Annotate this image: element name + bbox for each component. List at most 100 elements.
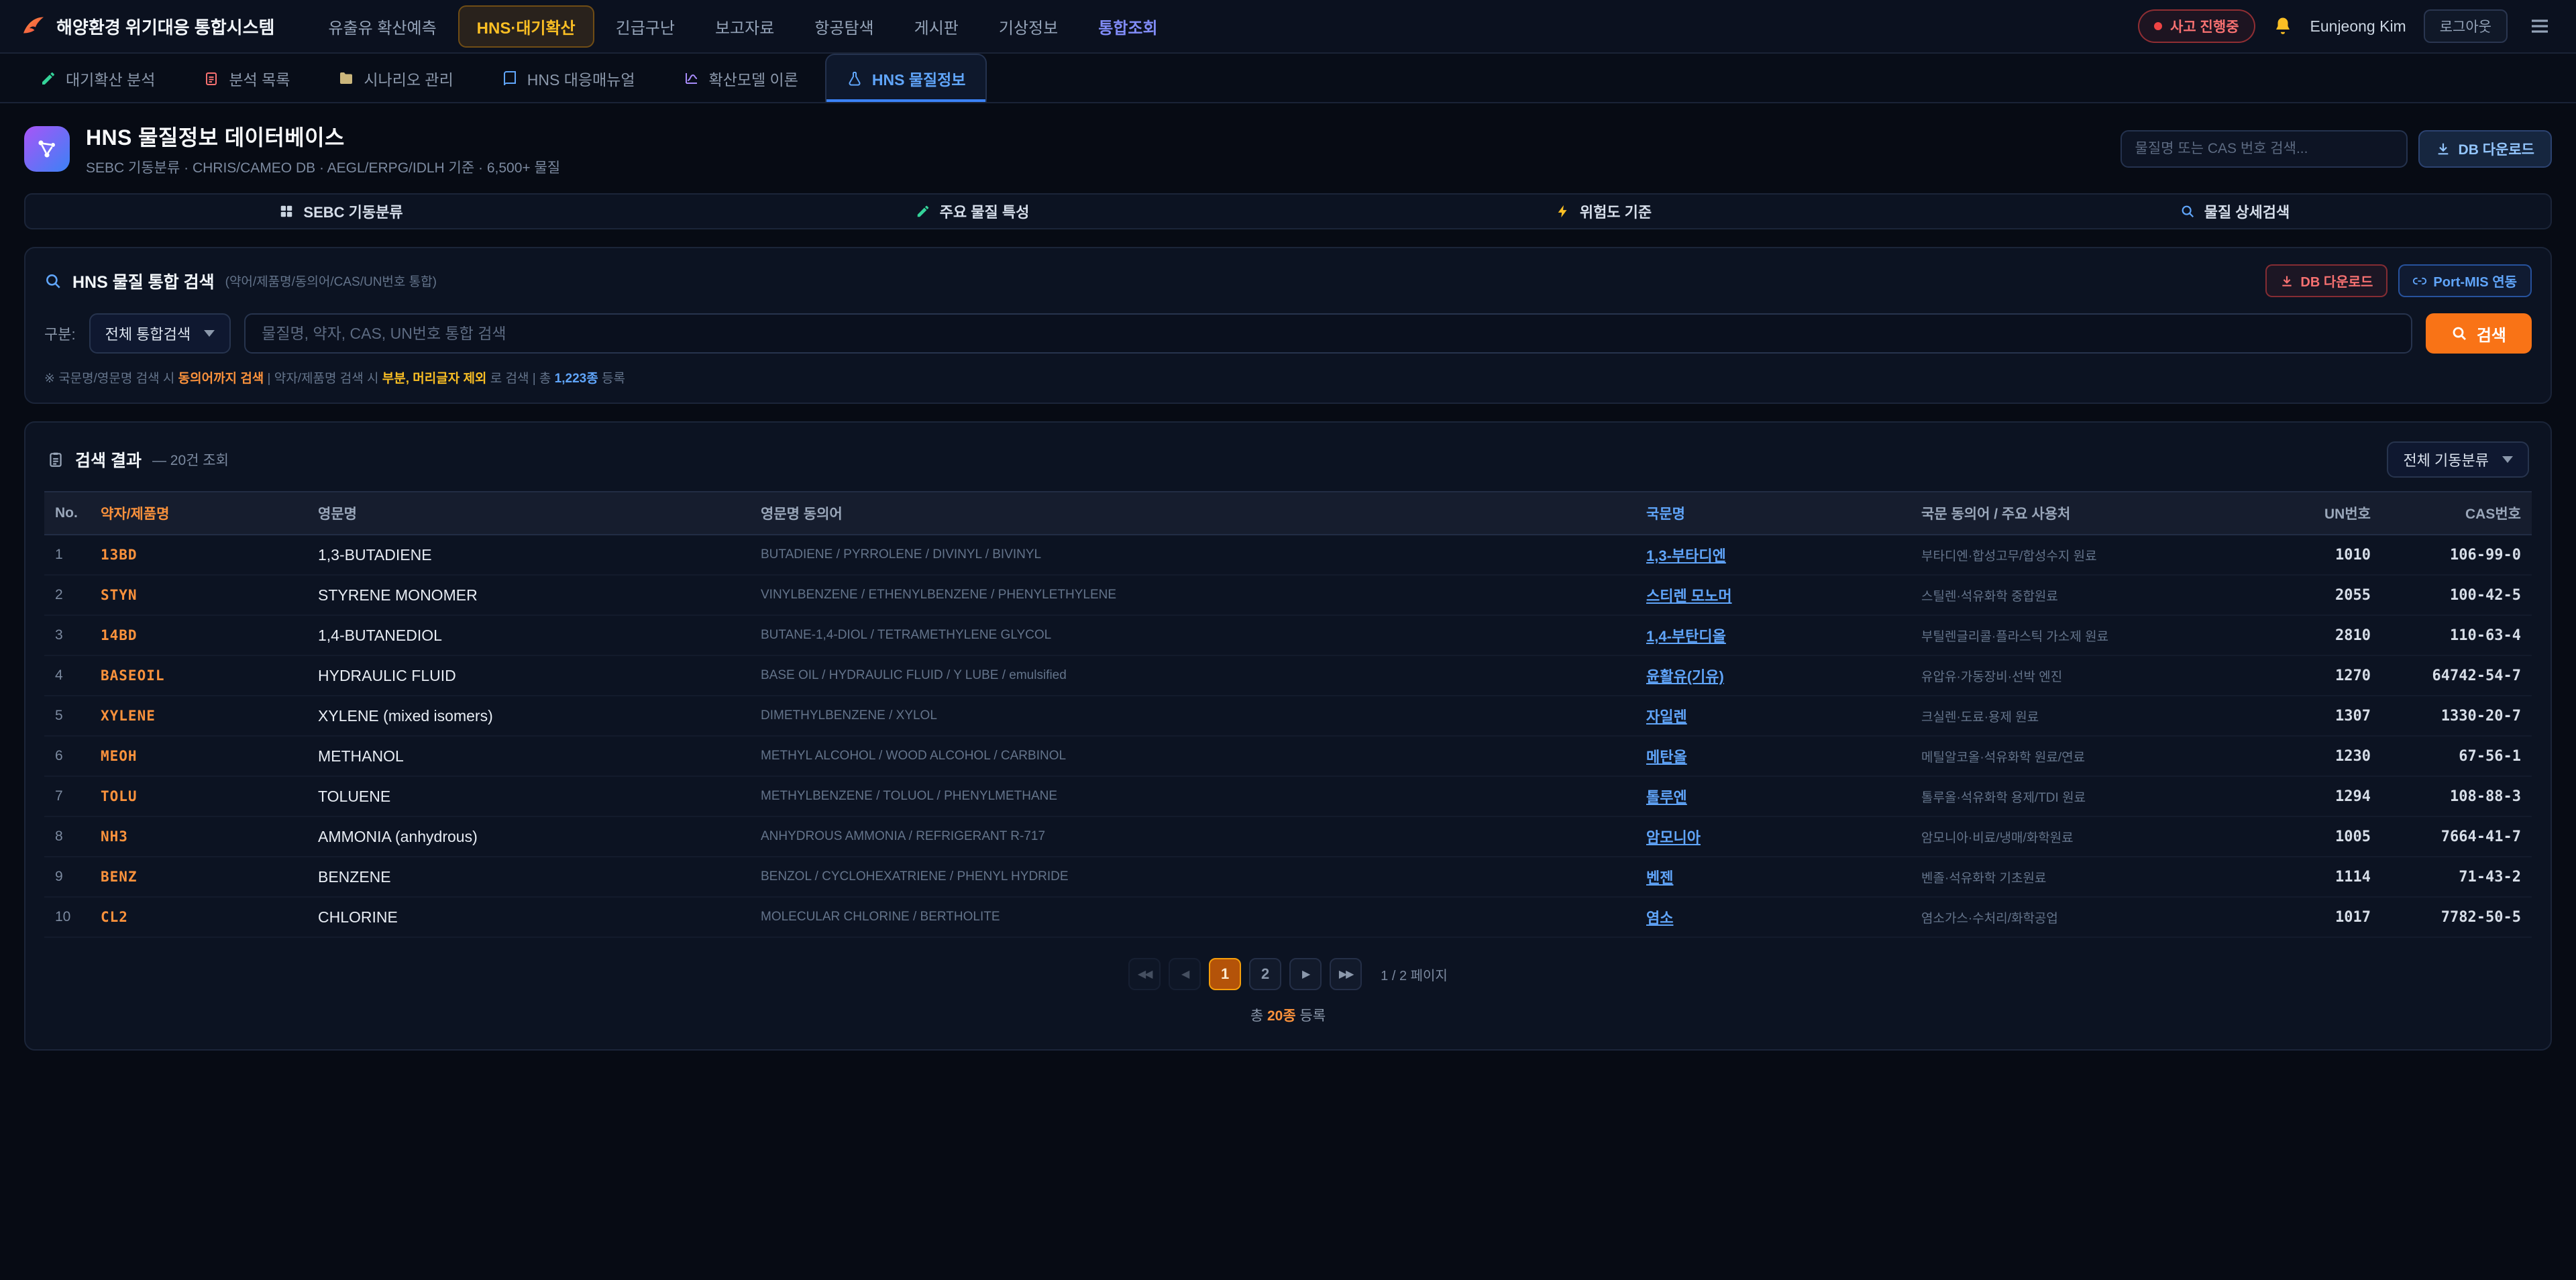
tab-label: 확산모델 이론 bbox=[709, 67, 798, 90]
pagination-first-button[interactable]: ◀◀ bbox=[1128, 958, 1161, 990]
db-download-button-secondary[interactable]: DB 다운로드 bbox=[2265, 264, 2387, 297]
main-nav: 유출유 확산예측 HNS·대기확산 긴급구난 보고자료 항공탐색 게시판 기상정… bbox=[309, 5, 1176, 48]
substance-code[interactable]: MEOH bbox=[90, 736, 307, 776]
results-header: 검색 결과 — 20건 조회 전체 기동분류 bbox=[44, 439, 2532, 491]
search-button[interactable]: 검색 bbox=[2426, 313, 2532, 354]
tab-label: 분석 목록 bbox=[229, 67, 290, 90]
un-number: 1270 bbox=[2254, 655, 2381, 696]
pagination-page-1[interactable]: 1 bbox=[1209, 958, 1241, 990]
substance-use-kr: 스틸렌·석유화학 중합원료 bbox=[1911, 575, 2254, 615]
nav-item-rescue[interactable]: 긴급구난 bbox=[597, 5, 694, 48]
table-row[interactable]: 5 XYLENE XYLENE (mixed isomers) DIMETHYL… bbox=[44, 696, 2532, 736]
clipboard-icon bbox=[47, 451, 64, 468]
substance-code[interactable]: STYN bbox=[90, 575, 307, 615]
substance-code[interactable]: XYLENE bbox=[90, 696, 307, 736]
substance-code[interactable]: TOLU bbox=[90, 776, 307, 816]
cas-number: 67-56-1 bbox=[2381, 736, 2532, 776]
nav-item-board[interactable]: 게시판 bbox=[896, 5, 977, 48]
search-category-select[interactable]: 전체 통합검색 bbox=[89, 313, 231, 354]
table-row[interactable]: 9 BENZ BENZENE BENZOL / CYCLOHEXATRIENE … bbox=[44, 857, 2532, 897]
table-row[interactable]: 1 13BD 1,3-BUTADIENE BUTADIENE / PYRROLE… bbox=[44, 535, 2532, 575]
table-row[interactable]: 6 MEOH METHANOL METHYL ALCOHOL / WOOD AL… bbox=[44, 736, 2532, 776]
quick-search-input[interactable] bbox=[2121, 130, 2408, 168]
search-button-label: 검색 bbox=[2477, 322, 2506, 345]
nav-item-reports[interactable]: 보고자료 bbox=[696, 5, 793, 48]
pagination-page-2[interactable]: 2 bbox=[1249, 958, 1281, 990]
substance-code[interactable]: NH3 bbox=[90, 816, 307, 857]
nav-item-hns-dispersion[interactable]: HNS·대기확산 bbox=[458, 5, 594, 48]
pagination-last-button[interactable]: ▶▶ bbox=[1330, 958, 1362, 990]
substance-synonyms-en: BUTANE-1,4-DIOL / TETRAMETHYLENE GLYCOL bbox=[750, 615, 1635, 655]
tab-hns-substance-info[interactable]: HNS 물질정보 bbox=[825, 54, 987, 102]
pagination-prev-button[interactable]: ◀ bbox=[1169, 958, 1201, 990]
results-table: No. 약자/제품명 영문명 영문명 동의어 국문명 국문 동의어 / 주요 사… bbox=[44, 491, 2532, 938]
bell-icon[interactable] bbox=[2273, 16, 2293, 36]
feature-substance-properties[interactable]: 주요 물질 특성 bbox=[657, 201, 1288, 222]
filter-selected-value: 전체 기동분류 bbox=[2403, 449, 2489, 470]
table-row[interactable]: 10 CL2 CHLORINE MOLECULAR CHLORINE / BER… bbox=[44, 897, 2532, 937]
classification-filter-select[interactable]: 전체 기동분류 bbox=[2387, 441, 2529, 478]
feature-bar: SEBC 기동분류 주요 물질 특성 위험도 기준 물질 상세검색 bbox=[24, 193, 2552, 229]
substance-name-kr-link[interactable]: 스티렌 모노머 bbox=[1635, 575, 1911, 615]
db-download-button[interactable]: DB 다운로드 bbox=[2418, 130, 2552, 168]
substance-use-kr: 부타디엔·합성고무/합성수지 원료 bbox=[1911, 535, 2254, 575]
search-icon bbox=[2180, 204, 2195, 219]
substance-name-kr-link[interactable]: 메탄올 bbox=[1635, 736, 1911, 776]
tab-analysis-list[interactable]: 분석 목록 bbox=[182, 54, 311, 102]
substance-name-kr-link[interactable]: 1,4-부탄디올 bbox=[1635, 615, 1911, 655]
tab-model-theory[interactable]: 확산모델 이론 bbox=[662, 54, 820, 102]
nav-item-integrated-lookup[interactable]: 통합조회 bbox=[1079, 5, 1176, 48]
search-panel-header: HNS 물질 통합 검색 (약어/제품명/동의어/CAS/UN번호 통합) DB… bbox=[44, 264, 2532, 297]
category-selected-value: 전체 통합검색 bbox=[105, 323, 191, 344]
substance-use-kr: 부틸렌글리콜·플라스틱 가소제 원료 bbox=[1911, 615, 2254, 655]
substance-use-kr: 유압유·가동장비·선박 엔진 bbox=[1911, 655, 2254, 696]
tab-dispersion-analysis[interactable]: 대기확산 분석 bbox=[19, 54, 176, 102]
wing-logo-icon bbox=[21, 14, 46, 38]
portmis-link-button[interactable]: Port-MIS 연동 bbox=[2398, 264, 2532, 297]
substance-code[interactable]: CL2 bbox=[90, 897, 307, 937]
pagination: ◀◀ ◀ 1 2 ▶ ▶▶ 1 / 2 페이지 bbox=[44, 958, 2532, 990]
table-row[interactable]: 2 STYN STYRENE MONOMER VINYLBENZENE / ET… bbox=[44, 575, 2532, 615]
logout-button[interactable]: 로그아웃 bbox=[2424, 9, 2508, 43]
hint-text: | 약자/제품명 검색 시 bbox=[264, 372, 382, 386]
substance-name-kr-link[interactable]: 염소 bbox=[1635, 897, 1911, 937]
integrated-search-input[interactable] bbox=[244, 313, 2412, 354]
tab-hns-manual[interactable]: HNS 대응매뉴얼 bbox=[480, 54, 657, 102]
feature-risk-criteria[interactable]: 위험도 기준 bbox=[1288, 201, 1919, 222]
nav-item-aerial-search[interactable]: 항공탐색 bbox=[796, 5, 892, 48]
substance-name-kr-link[interactable]: 암모니아 bbox=[1635, 816, 1911, 857]
page-header-actions: DB 다운로드 bbox=[2121, 130, 2552, 168]
substance-code[interactable]: 13BD bbox=[90, 535, 307, 575]
substance-code[interactable]: 14BD bbox=[90, 615, 307, 655]
pagination-next-button[interactable]: ▶ bbox=[1289, 958, 1322, 990]
feature-detail-search[interactable]: 물질 상세검색 bbox=[1919, 201, 2551, 222]
substance-use-kr: 암모니아·비료/냉매/화학원료 bbox=[1911, 816, 2254, 857]
incident-status-badge[interactable]: 사고 진행중 bbox=[2138, 9, 2255, 43]
un-number: 2055 bbox=[2254, 575, 2381, 615]
curve-icon bbox=[684, 70, 700, 87]
table-row[interactable]: 8 NH3 AMMONIA (anhydrous) ANHYDROUS AMMO… bbox=[44, 816, 2532, 857]
nav-item-oil-spill[interactable]: 유출유 확산예측 bbox=[309, 5, 455, 48]
substance-name-kr-link[interactable]: 윤활유(기유) bbox=[1635, 655, 1911, 696]
substance-name-kr-link[interactable]: 자일렌 bbox=[1635, 696, 1911, 736]
substance-code[interactable]: BASEOIL bbox=[90, 655, 307, 696]
feature-label: SEBC 기동분류 bbox=[303, 201, 402, 222]
substance-name-kr-link[interactable]: 벤젠 bbox=[1635, 857, 1911, 897]
table-row[interactable]: 7 TOLU TOLUENE METHYLBENZENE / TOLUOL / … bbox=[44, 776, 2532, 816]
cas-number: 7782-50-5 bbox=[2381, 897, 2532, 937]
table-row[interactable]: 4 BASEOIL HYDRAULIC FLUID BASE OIL / HYD… bbox=[44, 655, 2532, 696]
substance-name-kr-link[interactable]: 톨루엔 bbox=[1635, 776, 1911, 816]
nav-item-weather[interactable]: 기상정보 bbox=[980, 5, 1077, 48]
substance-name-kr-link[interactable]: 1,3-부타디엔 bbox=[1635, 535, 1911, 575]
substance-use-kr: 염소가스·수처리/화학공업 bbox=[1911, 897, 2254, 937]
incident-badge-label: 사고 진행중 bbox=[2170, 16, 2239, 36]
substance-code[interactable]: BENZ bbox=[90, 857, 307, 897]
substance-synonyms-en: BENZOL / CYCLOHEXATRIENE / PHENYL HYDRID… bbox=[750, 857, 1635, 897]
search-panel-actions: DB 다운로드 Port-MIS 연동 bbox=[2265, 264, 2532, 297]
col-un-number: UN번호 bbox=[2254, 492, 2381, 535]
tab-scenario-management[interactable]: 시나리오 관리 bbox=[317, 54, 474, 102]
feature-sebc-classification[interactable]: SEBC 기동분류 bbox=[25, 201, 657, 222]
substance-name-en: CHLORINE bbox=[307, 897, 750, 937]
hamburger-menu-icon[interactable] bbox=[2525, 11, 2555, 41]
table-row[interactable]: 3 14BD 1,4-BUTANEDIOL BUTANE-1,4-DIOL / … bbox=[44, 615, 2532, 655]
